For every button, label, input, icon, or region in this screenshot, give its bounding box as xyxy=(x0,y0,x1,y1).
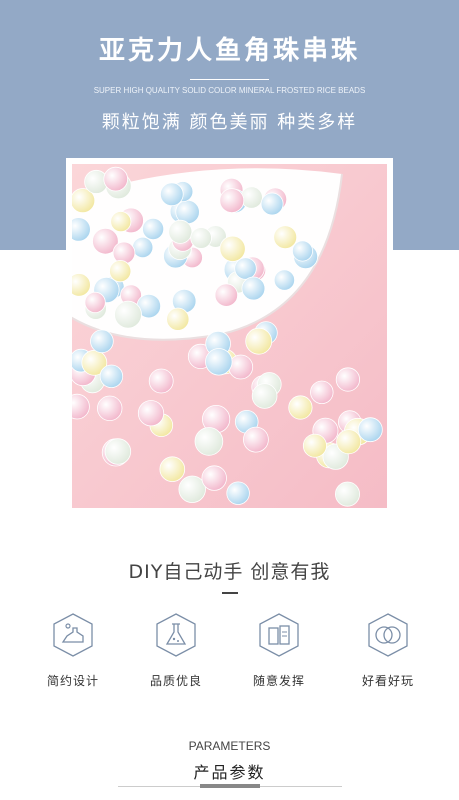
bead xyxy=(104,438,132,465)
bead xyxy=(219,188,245,213)
bead xyxy=(334,481,360,507)
bead xyxy=(219,235,246,262)
title-divider xyxy=(190,79,269,80)
bead xyxy=(241,276,266,301)
product-photo xyxy=(72,164,387,508)
feature-label: 品质优良 xyxy=(149,674,202,688)
flask-icon xyxy=(156,613,196,657)
bead xyxy=(260,192,284,216)
bead xyxy=(234,257,257,280)
bead xyxy=(273,269,295,291)
bead xyxy=(273,225,298,250)
bead xyxy=(90,329,114,354)
bead xyxy=(336,429,362,455)
feature-free-creation: 随意发挥 xyxy=(239,612,319,689)
product-tagline: 颗粒饱满 颜色美丽 种类多样 xyxy=(101,112,358,133)
bead xyxy=(159,456,186,483)
bead xyxy=(251,383,278,409)
bead xyxy=(190,227,212,249)
bead xyxy=(242,426,269,453)
bead xyxy=(302,433,327,458)
bead xyxy=(112,241,136,265)
bead xyxy=(205,348,233,376)
beads-illustration xyxy=(72,164,387,508)
product-title: 亚克力人鱼角珠串珠 xyxy=(98,36,360,66)
bead xyxy=(99,364,124,389)
parameters-divider-accent xyxy=(200,784,260,788)
bead xyxy=(132,236,154,259)
feature-good-quality: 品质优良 xyxy=(136,612,216,689)
bead xyxy=(137,400,165,427)
palette-icon xyxy=(259,613,299,657)
bead xyxy=(142,218,165,241)
product-subtitle: SUPER HIGH QUALITY SOLID COLOR MINERAL F… xyxy=(93,86,366,95)
bead xyxy=(109,260,132,283)
bead xyxy=(201,465,227,491)
bead xyxy=(110,211,132,233)
bead xyxy=(114,300,142,329)
bead xyxy=(72,273,91,297)
diy-slogan: DIY自己动手 创意有我 xyxy=(128,561,331,583)
feature-label: 随意发挥 xyxy=(252,674,305,688)
bead xyxy=(160,182,184,207)
bead xyxy=(310,380,334,405)
bead xyxy=(288,395,313,420)
bead xyxy=(148,368,174,394)
feature-fun-looking: 好看好玩 xyxy=(348,612,428,689)
bead xyxy=(335,367,360,392)
bead xyxy=(226,481,250,505)
bead xyxy=(103,166,129,192)
bead xyxy=(194,427,224,456)
bead xyxy=(228,354,254,380)
parameters-title-en: PARAMETERS xyxy=(188,739,271,753)
bead xyxy=(97,395,123,422)
bead xyxy=(166,307,190,331)
bead xyxy=(245,327,273,355)
craft-icon xyxy=(53,613,93,657)
product-photo-frame xyxy=(66,158,393,514)
feature-simple-design: 简约设计 xyxy=(33,612,113,689)
bead xyxy=(357,417,383,443)
bead xyxy=(240,186,263,209)
bead xyxy=(178,475,206,504)
bead xyxy=(84,291,106,313)
feature-label: 好看好玩 xyxy=(361,674,414,688)
parameters-title-cn: 产品参数 xyxy=(193,763,266,782)
bead xyxy=(168,219,193,244)
rings-icon xyxy=(368,613,408,657)
slogan-divider xyxy=(222,592,238,594)
bead xyxy=(214,283,239,307)
feature-label: 简约设计 xyxy=(46,674,99,688)
bead xyxy=(291,240,313,262)
